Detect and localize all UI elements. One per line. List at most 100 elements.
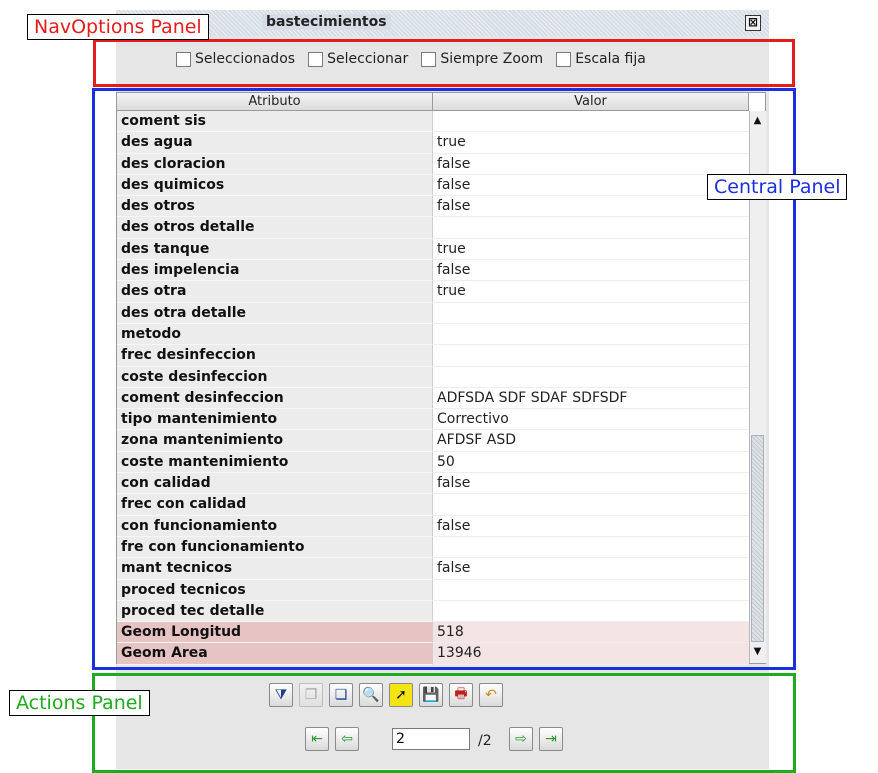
cell-value[interactable]: 50 (433, 451, 749, 474)
table-row[interactable]: con calidad false (117, 473, 749, 495)
cell-attribute: des impelencia (117, 260, 433, 282)
cell-value[interactable] (433, 345, 749, 367)
table-row[interactable]: tipo mantenimiento Correctivo (117, 409, 749, 431)
cell-attribute: des agua (117, 132, 433, 154)
table-row[interactable]: coment desinfeccion ADFSDA SDF SDAF SDFSD… (117, 387, 749, 410)
cell-value[interactable]: false (433, 174, 749, 197)
cell-value[interactable]: false (433, 196, 749, 218)
first-page-button[interactable]: ⇤ (305, 727, 329, 751)
table-row[interactable]: des otros detalle (117, 217, 749, 239)
scroll-up-icon[interactable]: ▲ (750, 112, 765, 130)
cell-attribute: mant tecnicos (117, 558, 433, 580)
table-header: Atributo Valor (117, 93, 749, 111)
table-row[interactable]: Geom Longitud 518 (117, 622, 749, 644)
scrollbar-thumb[interactable] (751, 435, 764, 642)
cell-value[interactable]: false (433, 515, 749, 537)
table-row[interactable]: fre con funcionamiento (117, 536, 749, 559)
table-row[interactable]: mant tecnicos false (117, 558, 749, 580)
page-total: /2 (478, 733, 492, 749)
cell-attribute: frec desinfeccion (117, 345, 433, 367)
cell-value[interactable]: 13946 (433, 643, 749, 665)
cell-value[interactable] (433, 536, 749, 559)
previous-page-button[interactable]: ⇦ (335, 727, 359, 751)
cell-attribute: des otra detalle (117, 302, 433, 324)
table-row[interactable]: des otra true (117, 281, 749, 303)
next-page-button[interactable]: ⇨ (509, 727, 533, 751)
checkbox-box[interactable] (176, 51, 191, 67)
copy-all-icon: ❏ (334, 687, 348, 703)
checkbox-seleccionados[interactable]: Seleccionados (176, 51, 295, 67)
cell-value[interactable] (433, 302, 749, 324)
cell-value[interactable]: true (433, 132, 749, 154)
title-bar[interactable] (116, 10, 769, 36)
cell-value[interactable]: 518 (433, 622, 749, 644)
cell-value[interactable]: true (433, 238, 749, 261)
cell-value[interactable]: false (433, 260, 749, 282)
table-row[interactable]: des tanque true (117, 238, 749, 261)
table-row[interactable]: frec desinfeccion (117, 345, 749, 367)
table-row[interactable]: des agua true (117, 132, 749, 154)
cell-attribute: coste mantenimiento (117, 451, 433, 474)
checkbox-box[interactable] (556, 51, 572, 67)
cell-attribute: coment desinfeccion (117, 387, 433, 410)
table-row[interactable]: zona mantenimiento AFDSF ASD (117, 430, 749, 452)
cell-attribute: metodo (117, 323, 433, 346)
save-button[interactable]: 💾 (419, 683, 443, 707)
select-cursor-button[interactable]: ➚ (389, 683, 413, 707)
checkbox-label: Seleccionar (327, 51, 409, 67)
table-row[interactable]: des otros false (117, 196, 749, 218)
last-page-button[interactable]: ⇥ (539, 727, 563, 751)
cell-value[interactable]: AFDSF ASD (433, 430, 749, 452)
cell-value[interactable] (433, 600, 749, 623)
copy-all-button[interactable]: ❏ (329, 683, 353, 707)
cell-value[interactable] (433, 494, 749, 516)
column-header-atributo[interactable]: Atributo (117, 93, 433, 111)
select-cursor-icon: ➚ (395, 687, 407, 703)
cell-value[interactable] (433, 323, 749, 346)
table-row[interactable]: con funcionamiento false (117, 515, 749, 537)
zoom-icon: 🔍 (362, 687, 380, 703)
table-row[interactable]: des impelencia false (117, 260, 749, 282)
zoom-button[interactable]: 🔍 (359, 683, 383, 707)
cell-attribute: des quimicos (117, 174, 433, 197)
table-row[interactable]: des cloracion false (117, 153, 749, 175)
cell-value[interactable]: false (433, 473, 749, 495)
cell-attribute: des otros detalle (117, 217, 433, 239)
undo-button[interactable]: ↶ (479, 683, 503, 707)
checkbox-box[interactable] (308, 51, 324, 67)
table-row[interactable]: des otra detalle (117, 302, 749, 324)
table-row[interactable]: proced tecnicos (117, 579, 749, 601)
scroll-down-icon[interactable]: ▼ (750, 643, 765, 661)
cell-value[interactable] (433, 366, 749, 388)
checkbox-box[interactable] (421, 51, 437, 67)
checkbox-label: Seleccionados (195, 51, 296, 67)
table-row[interactable]: proced tec detalle (117, 600, 749, 623)
cell-value[interactable] (433, 579, 749, 601)
column-header-valor[interactable]: Valor (433, 93, 749, 111)
filter-button[interactable]: ⧩ (269, 683, 293, 707)
close-icon[interactable]: ⊠ (745, 15, 761, 31)
checkbox-seleccionar[interactable]: Seleccionar (308, 51, 408, 67)
checkbox-siempre-zoom[interactable]: Siempre Zoom (421, 51, 543, 67)
cell-value[interactable]: false (433, 153, 749, 175)
cell-value[interactable] (433, 217, 749, 239)
table-row[interactable]: coste desinfeccion (117, 366, 749, 388)
copy-button[interactable]: ❐ (299, 683, 323, 707)
cell-value[interactable]: true (433, 281, 749, 303)
page-number-input[interactable] (392, 728, 470, 750)
table-row[interactable]: des quimicos false (117, 174, 749, 197)
table-row[interactable]: coste mantenimiento 50 (117, 451, 749, 474)
checkbox-escala-fija[interactable]: Escala fija (556, 51, 646, 67)
table-row[interactable]: coment sis (117, 111, 749, 133)
cell-attribute: con calidad (117, 473, 433, 495)
table-row[interactable]: Geom Area 13946 (117, 643, 749, 665)
cell-value[interactable] (433, 111, 749, 133)
cell-value[interactable]: ADFSDA SDF SDAF SDFSDF (433, 387, 749, 410)
cell-attribute: des otros (117, 196, 433, 218)
cell-value[interactable]: Correctivo (433, 409, 749, 431)
print-button[interactable]: 🖶 (449, 683, 473, 707)
actions-panel-label: Actions Panel (9, 690, 150, 716)
table-row[interactable]: metodo (117, 323, 749, 346)
table-row[interactable]: frec con calidad (117, 494, 749, 516)
cell-value[interactable]: false (433, 558, 749, 580)
